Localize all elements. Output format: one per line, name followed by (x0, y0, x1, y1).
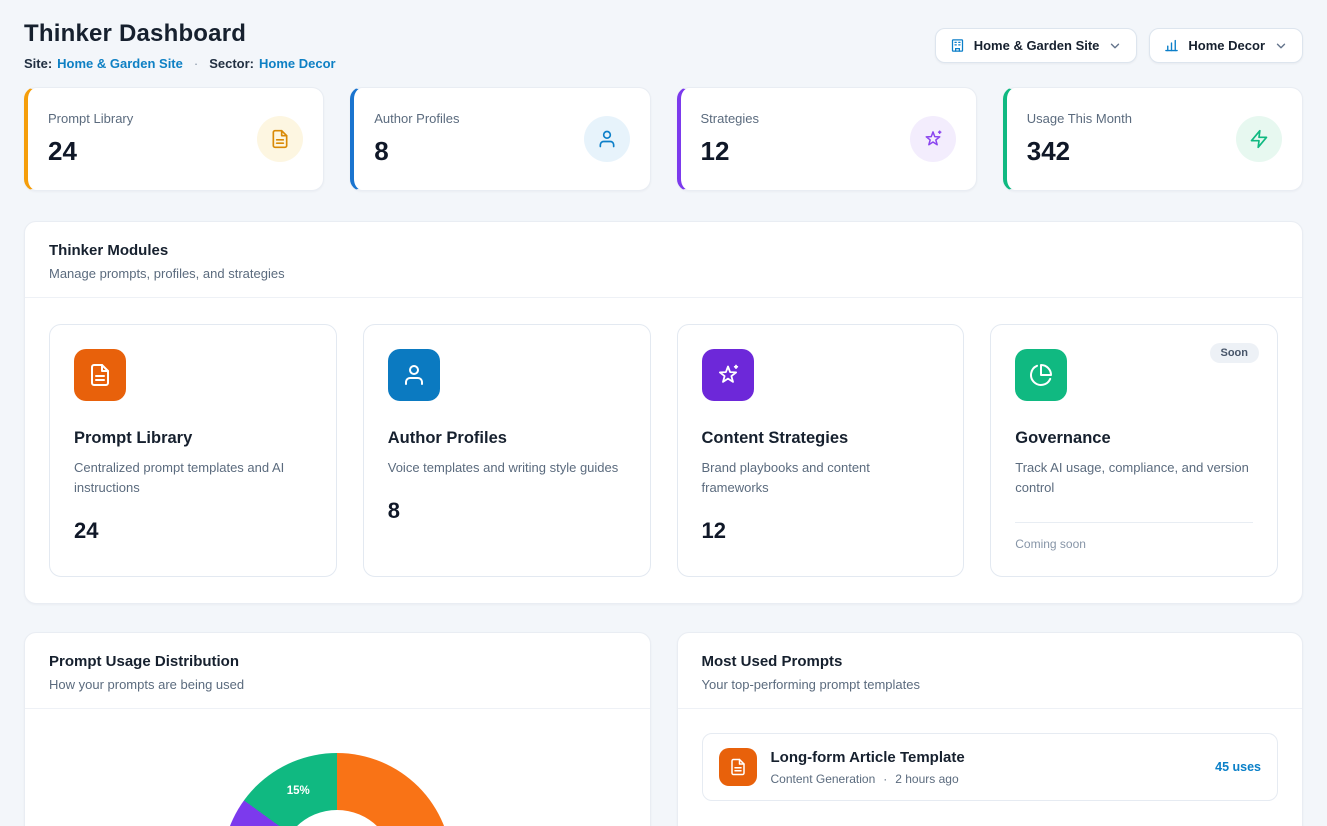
sparkle-star-icon (910, 116, 956, 162)
usage-distribution-card: Prompt Usage Distribution How your promp… (24, 632, 651, 826)
bottom-row: Prompt Usage Distribution How your promp… (24, 632, 1303, 826)
document-icon (257, 116, 303, 162)
module-count: 8 (388, 498, 626, 524)
header-selectors: Home & Garden Site Home Decor (935, 28, 1303, 63)
most-used-card-header: Most Used Prompts Your top-performing pr… (678, 633, 1303, 709)
section-subtitle: How your prompts are being used (49, 677, 626, 692)
site-selector-label: Home & Garden Site (974, 38, 1100, 53)
sparkle-star-icon (702, 349, 754, 401)
stat-text: Prompt Library 24 (48, 111, 133, 167)
stat-text: Usage This Month 342 (1027, 111, 1132, 167)
module-title: Governance (1015, 429, 1253, 448)
prompt-title: Long-form Article Template (771, 749, 1202, 766)
stat-label: Author Profiles (374, 111, 459, 126)
divider (1015, 522, 1253, 523)
prompt-meta: Content Generation · 2 hours ago (771, 772, 1202, 786)
module-card-author-profiles[interactable]: Author Profiles Voice templates and writ… (363, 324, 651, 577)
stat-label: Usage This Month (1027, 111, 1132, 126)
prompt-list-item[interactable]: Long-form Article Template Content Gener… (702, 733, 1279, 801)
document-icon (74, 349, 126, 401)
prompt-info: Long-form Article Template Content Gener… (771, 749, 1202, 786)
section-title: Thinker Modules (49, 242, 1278, 259)
stat-label: Prompt Library (48, 111, 133, 126)
module-description: Track AI usage, compliance, and version … (1015, 458, 1253, 498)
bar-chart-icon (1164, 38, 1179, 53)
module-card-prompt-library[interactable]: Prompt Library Centralized prompt templa… (49, 324, 337, 577)
most-used-prompts-card: Most Used Prompts Your top-performing pr… (677, 632, 1304, 826)
modules-section: Thinker Modules Manage prompts, profiles… (24, 221, 1303, 604)
stat-card-strategies: Strategies 12 (677, 87, 977, 191)
stats-row: Prompt Library 24 Author Profiles 8 Stra… (24, 87, 1303, 191)
chevron-down-icon (1108, 39, 1122, 53)
modules-grid: Prompt Library Centralized prompt templa… (25, 298, 1302, 603)
stat-value: 342 (1027, 136, 1132, 167)
document-icon (719, 748, 757, 786)
sector-selector-label: Home Decor (1188, 38, 1265, 53)
sector-label: Sector: (209, 56, 254, 71)
stat-card-prompt-library: Prompt Library 24 (24, 87, 324, 191)
separator-dot: · (883, 772, 887, 786)
stat-value: 24 (48, 136, 133, 167)
prompt-uses-badge: 45 uses (1215, 760, 1261, 774)
site-link[interactable]: Home & Garden Site (57, 56, 183, 71)
separator-dot: · (194, 56, 198, 71)
stat-text: Author Profiles 8 (374, 111, 459, 167)
site-selector-dropdown[interactable]: Home & Garden Site (935, 28, 1138, 63)
soon-badge: Soon (1210, 343, 1260, 363)
dashboard-page: Thinker Dashboard Site: Home & Garden Si… (0, 0, 1327, 826)
stat-value: 8 (374, 136, 459, 167)
slice-percent-label: 15% (287, 785, 310, 797)
chevron-down-icon (1274, 39, 1288, 53)
sector-link[interactable]: Home Decor (259, 56, 336, 71)
section-title: Prompt Usage Distribution (49, 653, 626, 670)
breadcrumb: Site: Home & Garden Site · Sector: Home … (24, 56, 336, 71)
module-title: Author Profiles (388, 429, 626, 448)
coming-soon-label: Coming soon (1015, 537, 1253, 551)
stat-value: 12 (701, 136, 760, 167)
pie-chart-icon (1015, 349, 1067, 401)
modules-section-header: Thinker Modules Manage prompts, profiles… (25, 222, 1302, 298)
lightning-icon (1236, 116, 1282, 162)
section-subtitle: Your top-performing prompt templates (702, 677, 1279, 692)
sector-selector-dropdown[interactable]: Home Decor (1149, 28, 1303, 63)
module-description: Centralized prompt templates and AI inst… (74, 458, 312, 498)
module-card-content-strategies[interactable]: Content Strategies Brand playbooks and c… (677, 324, 965, 577)
prompt-category: Content Generation (771, 772, 876, 786)
person-icon (388, 349, 440, 401)
module-title: Prompt Library (74, 429, 312, 448)
header: Thinker Dashboard Site: Home & Garden Si… (24, 20, 1303, 71)
chart-area: 15% (25, 709, 650, 826)
module-title: Content Strategies (702, 429, 940, 448)
stat-label: Strategies (701, 111, 760, 126)
prompt-time: 2 hours ago (895, 772, 958, 786)
stat-card-author-profiles: Author Profiles 8 (350, 87, 650, 191)
site-label: Site: (24, 56, 52, 71)
module-count: 24 (74, 518, 312, 544)
module-description: Voice templates and writing style guides (388, 458, 626, 478)
module-description: Brand playbooks and content frameworks (702, 458, 940, 498)
donut-chart: 15% (222, 753, 452, 826)
person-icon (584, 116, 630, 162)
module-card-governance[interactable]: Soon Governance Track AI usage, complian… (990, 324, 1278, 577)
stat-card-usage: Usage This Month 342 (1003, 87, 1303, 191)
section-title: Most Used Prompts (702, 653, 1279, 670)
stat-text: Strategies 12 (701, 111, 760, 167)
module-count: 12 (702, 518, 940, 544)
section-subtitle: Manage prompts, profiles, and strategies (49, 266, 1278, 281)
page-title: Thinker Dashboard (24, 20, 336, 48)
building-icon (950, 38, 965, 53)
usage-card-header: Prompt Usage Distribution How your promp… (25, 633, 650, 709)
title-block: Thinker Dashboard Site: Home & Garden Si… (24, 20, 336, 71)
